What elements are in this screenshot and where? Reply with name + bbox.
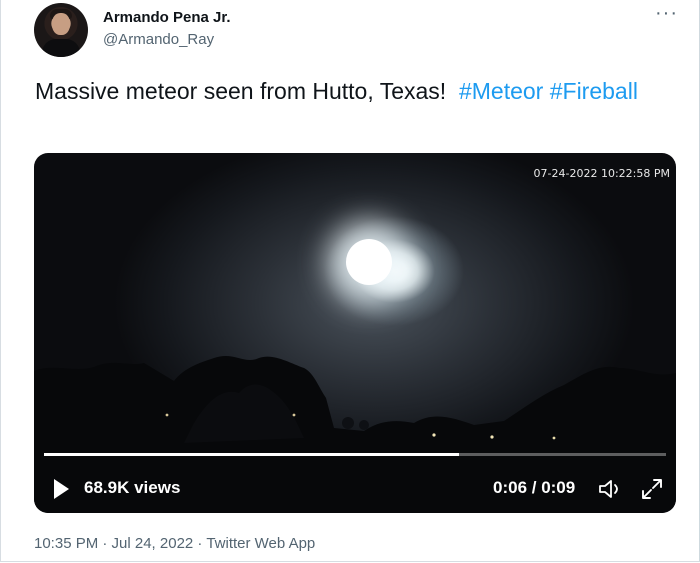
video-time: 0:06 / 0:09 bbox=[493, 478, 576, 497]
video-views: 68.9K views bbox=[84, 478, 181, 497]
video-progress-fill bbox=[44, 453, 459, 456]
play-icon[interactable] bbox=[51, 477, 71, 501]
tweet-text: Massive meteor seen from Hutto, Texas! #… bbox=[35, 76, 655, 106]
volume-icon[interactable] bbox=[597, 477, 625, 501]
tweet-meta: 10:35 PM · Jul 24, 2022 · Twitter Web Ap… bbox=[34, 535, 316, 552]
video-progress-bar[interactable] bbox=[44, 453, 666, 456]
author-name[interactable]: Armando Pena Jr. bbox=[103, 9, 231, 26]
video-player[interactable]: 07-24-2022 10:22:58 PM 68.9K views 0:06 … bbox=[34, 153, 676, 513]
tree-silhouettes bbox=[34, 355, 676, 513]
hashtag-meteor[interactable]: #Meteor bbox=[459, 78, 543, 104]
tweet-body: Massive meteor seen from Hutto, Texas! bbox=[35, 78, 447, 104]
author-handle[interactable]: @Armando_Ray bbox=[103, 31, 214, 48]
more-options-icon[interactable]: ··· bbox=[655, 2, 678, 25]
video-timestamp-overlay: 07-24-2022 10:22:58 PM bbox=[533, 167, 670, 180]
avatar[interactable] bbox=[34, 3, 88, 57]
avatar-shirt bbox=[42, 39, 80, 57]
hashtag-fireball[interactable]: #Fireball bbox=[550, 78, 638, 104]
fullscreen-icon[interactable] bbox=[640, 477, 664, 501]
avatar-face bbox=[52, 13, 70, 35]
